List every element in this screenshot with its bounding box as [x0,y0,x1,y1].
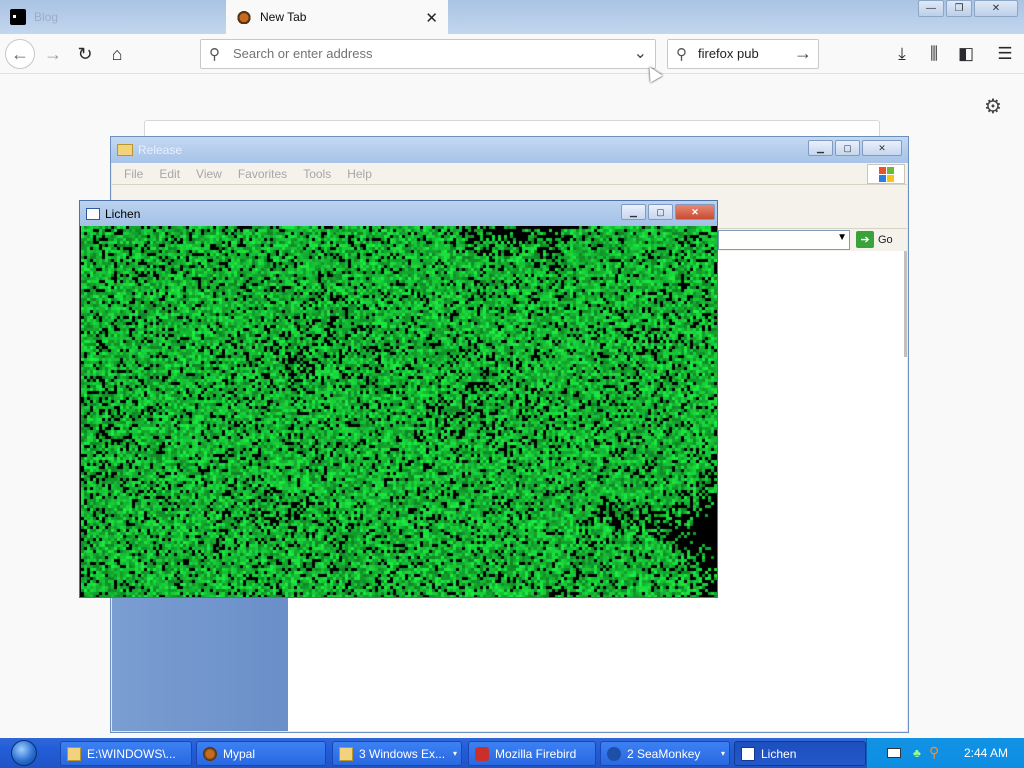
navigation-toolbar: ← → ↻ ⌂ ⚲ ⌄ ⚲ → ⤓ ⫼ ◧ ☰ [0,34,1024,74]
seamonkey-icon [607,746,621,761]
windows-logo-icon [867,164,905,184]
close-button[interactable]: ✕ [675,204,715,220]
back-icon: ← [11,43,29,64]
menu-view[interactable]: View [196,167,222,181]
menu-favorites[interactable]: Favorites [238,167,287,181]
maximize-button[interactable]: ▢ [835,140,860,156]
search-icon[interactable]: ⚲ [929,744,945,760]
minimize-button[interactable]: — [918,0,944,17]
dropdown-arrow-icon[interactable]: ▼ [837,232,847,243]
sidebar-icon: ◧ [957,44,975,63]
reload-icon: ↻ [77,43,93,64]
taskbar-label: Lichen [761,746,797,761]
mypal-icon [203,746,217,761]
taskbar: E:\WINDOWS\... Mypal 3 Windows Ex... ▾ M… [0,738,1024,768]
taskbar-label: 2 SeaMonkey [627,746,701,761]
menu-icon: ☰ [997,44,1013,63]
clock[interactable]: 2:44 AM [964,746,1008,760]
sidebar-button[interactable]: ◧ [951,39,981,69]
tab-blog[interactable]: Blog [0,0,224,34]
taskbar-button-lichen[interactable]: Lichen [734,741,866,766]
scrollbar[interactable] [904,251,907,357]
search-input[interactable] [698,46,788,61]
search-icon: ⚲ [676,46,687,63]
download-button[interactable]: ⤓ [887,39,917,69]
chevron-down-icon[interactable]: ⌄ [634,43,647,63]
keyboard-icon[interactable] [887,748,901,758]
folder-icon [339,746,353,761]
go-label: Go [878,233,893,246]
taskbar-button-mozilla-firebird[interactable]: Mozilla Firebird [468,741,596,766]
address-combo[interactable]: ▼ [718,230,850,250]
tab-label: New Tab [260,10,307,24]
new-tab-button[interactable]: + [458,6,469,27]
url-input[interactable] [233,46,613,61]
mypal-favicon-icon [236,10,252,24]
menu-button[interactable]: ☰ [990,39,1020,69]
close-tab-icon[interactable]: ✕ [425,9,438,27]
download-icon: ⤓ [898,44,906,63]
tab-strip: Blog New Tab ✕ + — ❐ ✕ [0,0,1024,34]
forward-button[interactable]: → [38,39,68,69]
lichen-window: Lichen ▁ ▢ ✕ [79,200,718,598]
start-button[interactable] [6,739,42,767]
library-icon: ⫼ [930,44,938,63]
folder-icon [117,144,133,156]
taskbar-label: Mypal [223,746,256,761]
home-button[interactable]: ⌂ [102,39,132,69]
network-icon[interactable]: ♣ [913,746,927,760]
taskbar-button-windows-folder[interactable]: E:\WINDOWS\... [60,741,192,766]
taskbar-button-windows-explorer-group[interactable]: 3 Windows Ex... ▾ [332,741,462,766]
search-icon: ⚲ [209,46,220,63]
reload-button[interactable]: ↻ [70,39,100,69]
window-title: Release [138,143,183,157]
library-button[interactable]: ⫼ [919,39,949,69]
start-orb-icon [11,740,37,766]
group-arrow-icon: ▾ [720,749,725,758]
menu-help[interactable]: Help [347,167,372,181]
menu-edit[interactable]: Edit [159,167,180,181]
app-window-icon [86,207,100,220]
home-icon: ⌂ [111,43,123,64]
minimize-button[interactable]: ▁ [621,204,646,220]
taskbar-button-seamonkey-group[interactable]: 2 SeaMonkey ▾ [600,741,730,766]
system-tray: ♣ ⚲ 2:44 AM [866,738,1024,768]
go-arrow-icon: ➔ [856,231,874,248]
firebird-icon [475,746,489,761]
search-go-icon[interactable]: → [794,43,812,64]
taskbar-label: Mozilla Firebird [495,746,577,761]
tab-label: Blog [34,10,59,24]
url-bar[interactable]: ⚲ ⌄ [200,39,656,69]
close-button[interactable]: ✕ [862,140,902,156]
window-controls: ▁ ▢ ✕ [808,140,902,156]
window-controls: — ❐ ✕ [918,0,1018,17]
back-button[interactable]: ← [5,39,35,69]
lichen-simulation-canvas[interactable] [81,226,717,597]
settings-gear-icon[interactable]: ⚙ [984,94,1002,119]
restore-button[interactable]: ❐ [946,0,972,17]
taskbar-label: 3 Windows Ex... [359,746,446,761]
minimize-button[interactable]: ▁ [808,140,833,156]
window-controls: ▁ ▢ ✕ [621,204,715,220]
taskbar-label: E:\WINDOWS\... [87,746,176,761]
taskbar-button-mypal[interactable]: Mypal [196,741,326,766]
menu-bar: File Edit View Favorites Tools Help [112,163,907,185]
forward-icon: → [44,43,62,64]
release-title-bar[interactable]: Release ▁ ▢ ✕ [111,137,908,163]
close-window-button[interactable]: ✕ [974,0,1018,17]
tab-new-tab[interactable]: New Tab ✕ [226,0,448,34]
go-button[interactable]: ➔ Go [856,231,893,248]
lichen-title-bar[interactable]: Lichen ▁ ▢ ✕ [80,201,717,226]
window-title: Lichen [105,206,141,221]
maximize-button[interactable]: ▢ [648,204,673,220]
menu-tools[interactable]: Tools [303,167,331,181]
app-window-icon [741,746,755,761]
search-bar[interactable]: ⚲ → [667,39,819,69]
blog-favicon-icon [10,9,26,25]
folder-icon [67,746,81,761]
menu-file[interactable]: File [124,167,143,181]
group-arrow-icon: ▾ [452,749,457,758]
